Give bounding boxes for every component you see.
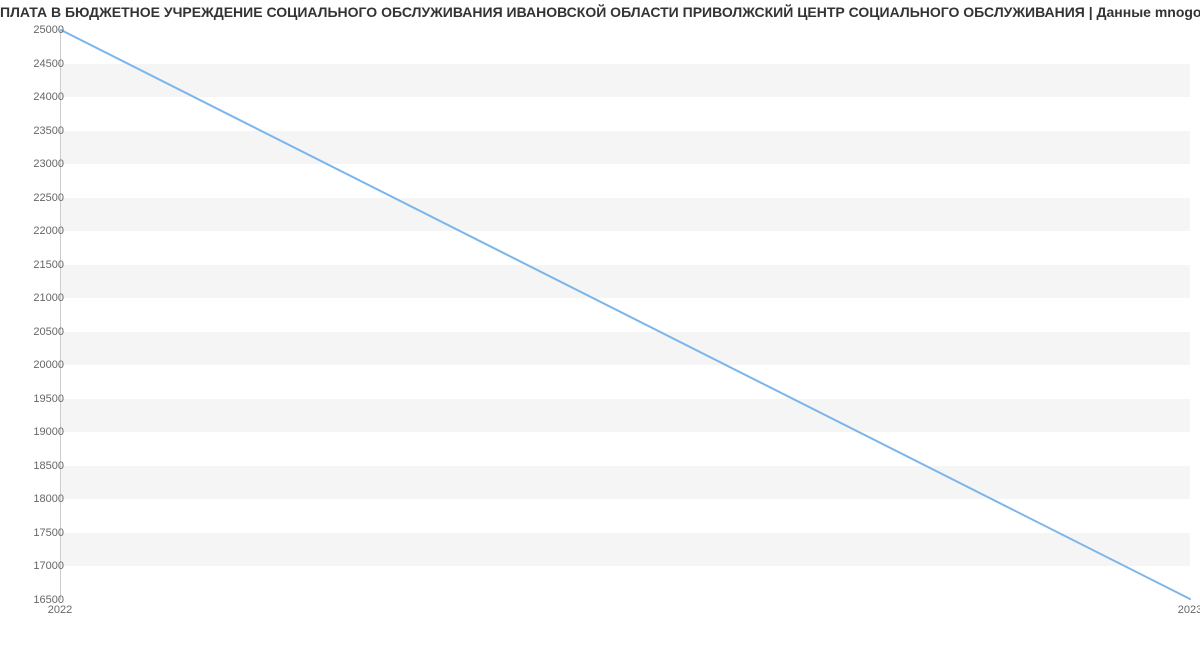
y-tick-label: 25000: [9, 24, 64, 36]
y-tick-label: 24000: [9, 91, 64, 103]
x-tick-label: 2023: [1178, 604, 1200, 616]
y-tick-label: 24500: [9, 58, 64, 70]
x-tick-label: 2022: [48, 604, 72, 616]
chart-title: ПЛАТА В БЮДЖЕТНОЕ УЧРЕЖДЕНИЕ СОЦИАЛЬНОГО…: [0, 4, 1200, 20]
y-tick-label: 19500: [9, 393, 64, 405]
y-tick-label: 17000: [9, 560, 64, 572]
y-tick-label: 18000: [9, 493, 64, 505]
plot-area: [60, 30, 1190, 600]
y-tick-label: 21000: [9, 292, 64, 304]
y-tick-label: 21500: [9, 259, 64, 271]
y-tick-label: 18500: [9, 460, 64, 472]
line-layer: [61, 30, 1190, 599]
y-tick-label: 20500: [9, 326, 64, 338]
series-line: [61, 30, 1190, 599]
y-tick-label: 23500: [9, 125, 64, 137]
y-tick-label: 22500: [9, 192, 64, 204]
y-tick-label: 19000: [9, 426, 64, 438]
y-tick-label: 20000: [9, 359, 64, 371]
chart-container: ПЛАТА В БЮДЖЕТНОЕ УЧРЕЖДЕНИЕ СОЦИАЛЬНОГО…: [0, 0, 1200, 650]
y-tick-label: 22000: [9, 225, 64, 237]
y-tick-label: 17500: [9, 527, 64, 539]
y-tick-label: 23000: [9, 158, 64, 170]
